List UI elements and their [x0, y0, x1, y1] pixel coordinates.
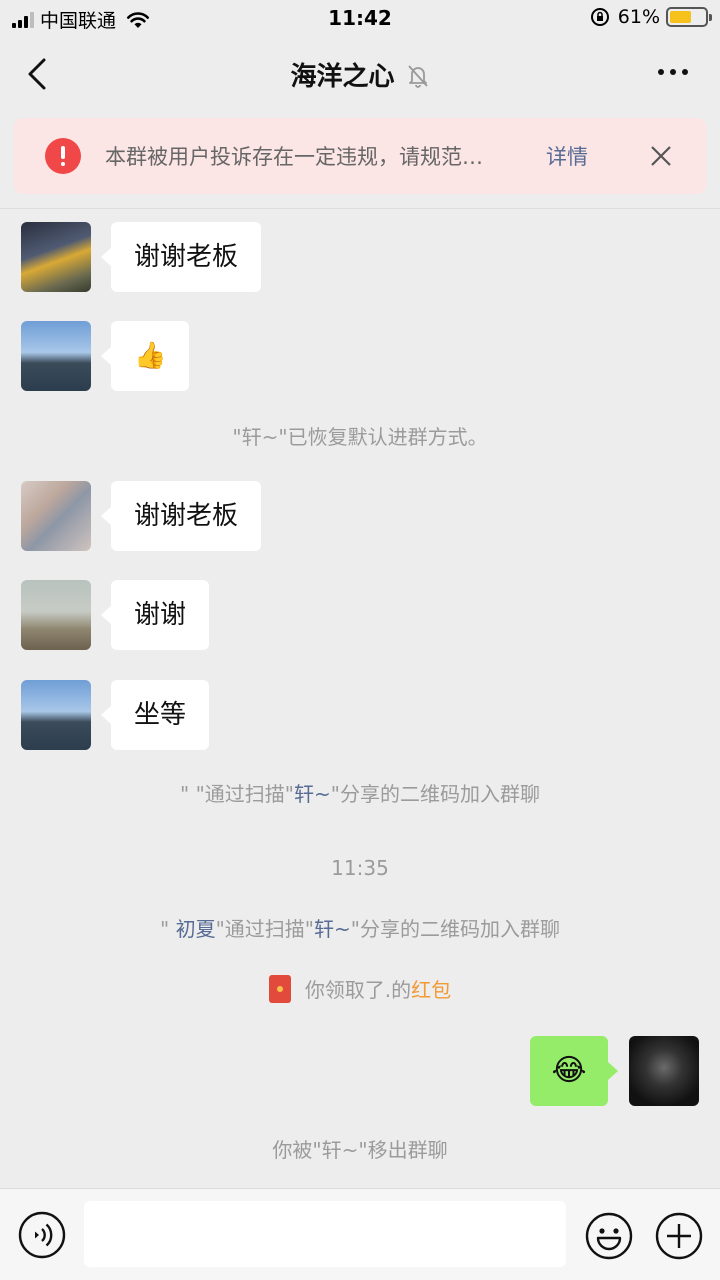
- red-packet-link[interactable]: 红包: [411, 978, 451, 1002]
- mute-bell-icon: [407, 65, 428, 88]
- user-name-link[interactable]: 轩~: [314, 917, 351, 941]
- nav-title-wrap: 海洋之心: [0, 56, 720, 93]
- message-input[interactable]: [84, 1201, 566, 1267]
- message-bubble[interactable]: 坐等: [100, 680, 210, 750]
- user-name-link[interactable]: 初夏: [176, 917, 216, 941]
- status-bar: 中国联通 11:42 61%: [0, 0, 720, 38]
- system-message: 你被"轩~"移出群聊: [272, 1138, 448, 1162]
- system-message: " 初夏"通过扫描"轩~"分享的二维码加入群聊: [0, 913, 720, 942]
- battery-percent: 61%: [617, 6, 660, 28]
- system-message: 你领取了.的红包: [0, 974, 720, 1003]
- system-text: ": [160, 917, 176, 941]
- system-message: "轩~"已恢复默认进群方式。: [232, 425, 488, 449]
- orientation-lock-icon: [590, 8, 609, 26]
- system-text: 你领取了.的: [304, 978, 412, 1002]
- system-text: "通过扫描": [215, 917, 314, 941]
- nav-bar: 海洋之心: [0, 38, 720, 110]
- avatar[interactable]: [21, 680, 91, 750]
- message-bubble-self[interactable]: 😂: [530, 1036, 618, 1106]
- avatar[interactable]: [21, 222, 91, 292]
- plus-icon[interactable]: [654, 1211, 704, 1261]
- battery-icon: [666, 7, 712, 27]
- message-bubble[interactable]: 👍: [100, 321, 190, 391]
- avatar[interactable]: [21, 580, 91, 650]
- user-name-link[interactable]: 轩~: [294, 782, 331, 806]
- avatar[interactable]: [21, 481, 91, 551]
- emoji-icon[interactable]: [584, 1211, 634, 1261]
- laughing-emoji: 😂: [551, 1053, 587, 1088]
- voice-icon[interactable]: [18, 1211, 66, 1259]
- timestamp: 11:35: [331, 856, 389, 880]
- exclamation-icon: [45, 138, 81, 174]
- status-right: 61%: [590, 6, 712, 28]
- system-text: "分享的二维码加入群聊: [330, 782, 540, 806]
- warning-text: 本群被用户投诉存在一定违规，请规范…: [105, 145, 483, 169]
- system-text: "分享的二维码加入群聊: [350, 917, 560, 941]
- close-icon[interactable]: [650, 145, 672, 167]
- more-icon[interactable]: [656, 60, 690, 84]
- input-bar: [0, 1188, 720, 1280]
- system-text: " "通过扫描": [180, 782, 294, 806]
- divider: [0, 208, 720, 209]
- avatar-self[interactable]: [629, 1036, 699, 1106]
- message-bubble[interactable]: 谢谢: [100, 580, 210, 650]
- message-bubble[interactable]: 谢谢老板: [100, 222, 262, 292]
- message-bubble[interactable]: 谢谢老板: [100, 481, 262, 551]
- battery-fill: [670, 11, 691, 23]
- avatar[interactable]: [21, 321, 91, 391]
- red-packet-icon: [268, 975, 291, 1003]
- chat-title: 海洋之心: [290, 62, 395, 92]
- violation-warning-banner: 本群被用户投诉存在一定违规，请规范… 详情: [14, 118, 706, 194]
- system-message: " "通过扫描"轩~"分享的二维码加入群聊: [0, 778, 720, 807]
- warning-detail-link[interactable]: 详情: [546, 141, 588, 171]
